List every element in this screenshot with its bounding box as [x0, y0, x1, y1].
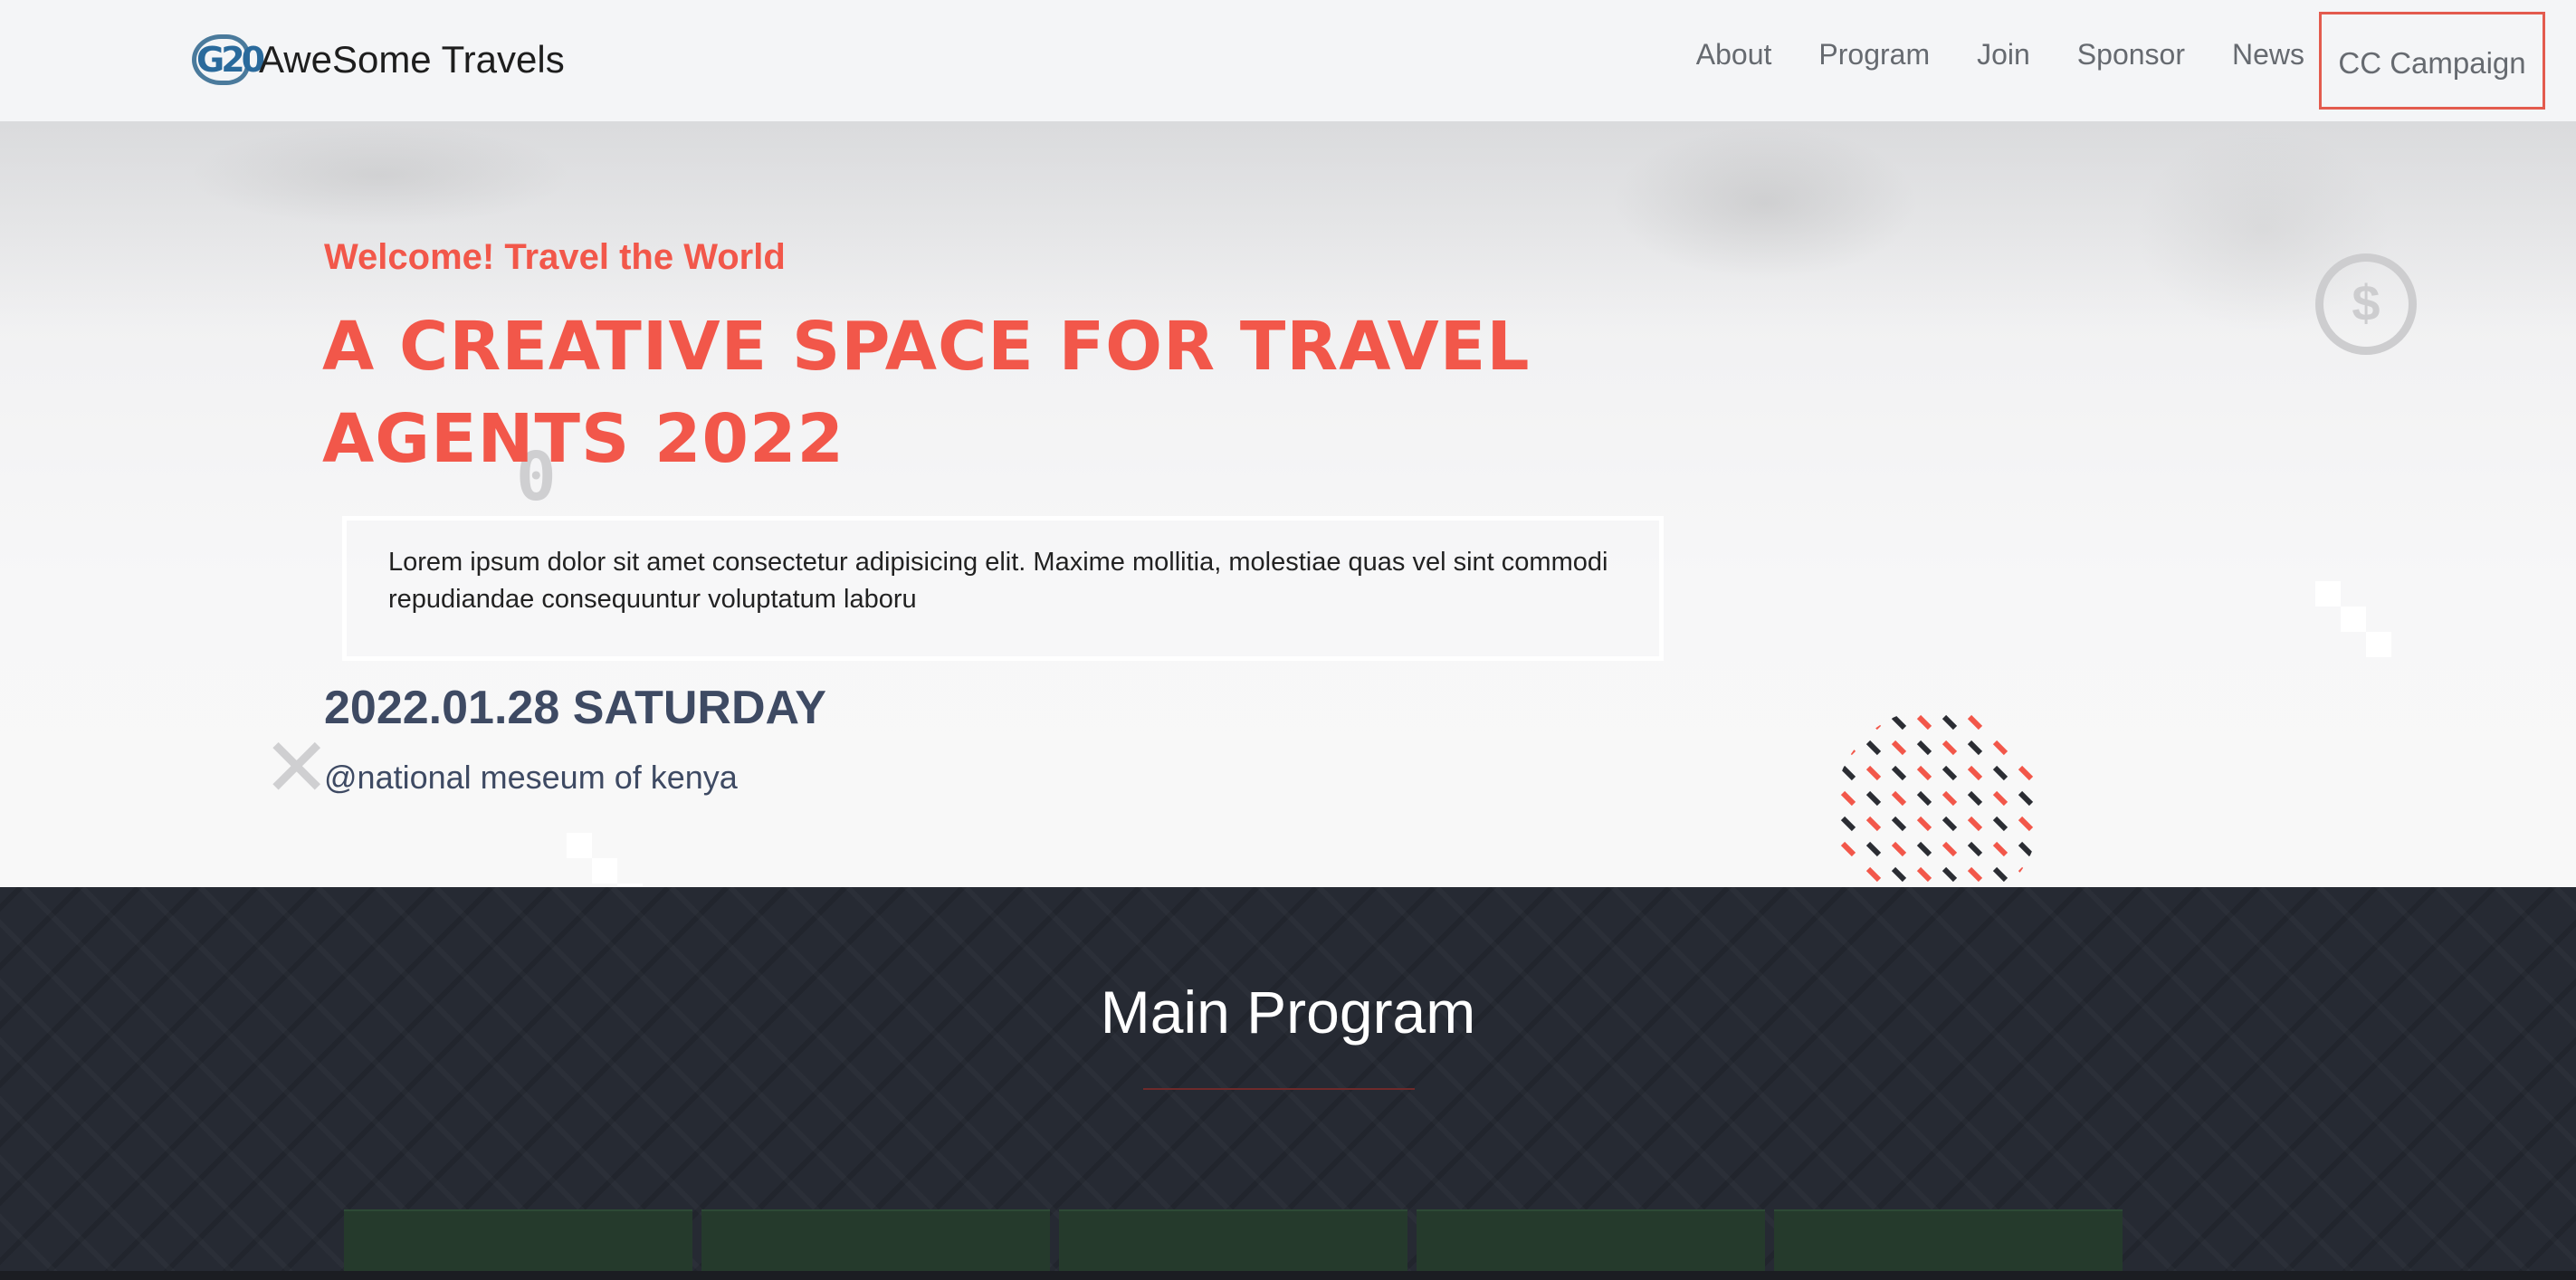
pattern-dash [1916, 841, 1932, 857]
pattern-dash [1865, 740, 1882, 756]
no-dollar-icon: $ [2315, 253, 2417, 355]
pattern-dash [1840, 841, 1856, 857]
pattern-dash [1865, 714, 1882, 731]
pattern-dash [1942, 714, 1958, 731]
hero-description-box: Lorem ipsum dolor sit amet consectetur a… [342, 516, 1664, 661]
pattern-dash [1891, 841, 1907, 857]
decorative-steps [2315, 581, 2397, 663]
pattern-dash [2018, 790, 2034, 807]
pattern-dash [1916, 714, 1932, 731]
main-menu: About Program Join Sponsor News CC Campa… [1649, 0, 2576, 121]
pattern-dash [2018, 765, 2034, 781]
decorative-cross-icon: ✕ [262, 723, 331, 814]
cc-campaign-button[interactable]: CC Campaign [2319, 12, 2545, 110]
pattern-dash [1992, 740, 2008, 756]
pattern-dash [1967, 765, 1983, 781]
pattern-dash [1916, 790, 1932, 807]
decorative-steps [567, 833, 648, 887]
nav-item-join[interactable]: Join [1977, 38, 2030, 72]
pattern-dash [1942, 816, 1958, 832]
logo[interactable]: G20 AweSome Travels [192, 31, 565, 89]
pattern-dash [1992, 790, 2008, 807]
event-date: 2022.01.28 SATURDAY [324, 682, 826, 734]
nav-item-sponsor[interactable]: Sponsor [2077, 38, 2185, 72]
pattern-dash [1865, 816, 1882, 832]
pattern-dash [1942, 866, 1958, 883]
pattern-dash [1891, 866, 1907, 883]
pattern-dash [1967, 816, 1983, 832]
pattern-dash [1891, 790, 1907, 807]
pattern-dash [1992, 866, 2008, 883]
pattern-dash [1992, 714, 2008, 731]
pattern-dash [1942, 790, 1958, 807]
pattern-dash [1865, 790, 1882, 807]
pattern-dash [1942, 765, 1958, 781]
program-card[interactable] [1059, 1209, 1407, 1280]
program-cards [344, 1209, 2132, 1280]
pattern-dash [1865, 765, 1882, 781]
pattern-dash [1840, 866, 1856, 883]
pattern-dash [1840, 714, 1856, 731]
pattern-dash [1992, 765, 2008, 781]
title-underline [1143, 1088, 1415, 1090]
top-navbar: G20 AweSome Travels About Program Join S… [0, 0, 2576, 121]
nav-item-program[interactable]: Program [1818, 38, 1930, 72]
pattern-dash [1840, 790, 1856, 807]
bottom-edge [0, 1271, 2576, 1280]
pattern-dash [1916, 866, 1932, 883]
hero-subtitle: Welcome! Travel the World [324, 237, 786, 277]
brand-name: AweSome Travels [259, 38, 565, 81]
program-card[interactable] [344, 1209, 692, 1280]
pattern-dash [1942, 841, 1958, 857]
pattern-dash [2018, 714, 2034, 731]
pattern-dash [2018, 841, 2034, 857]
pattern-dash [1967, 790, 1983, 807]
pattern-dash [1992, 841, 2008, 857]
pattern-dash [1891, 740, 1907, 756]
pattern-dash [1916, 816, 1932, 832]
pattern-dash [1992, 816, 2008, 832]
nav-item-about[interactable]: About [1696, 38, 1772, 72]
program-card[interactable] [1774, 1209, 2123, 1280]
pattern-dash [1967, 740, 1983, 756]
pattern-dash [1891, 765, 1907, 781]
event-venue: @national meseum of kenya [324, 759, 738, 796]
hero-headline: A CREATIVE SPACE FOR TRAVEL AGENTS 2022 [322, 308, 1531, 478]
program-card[interactable] [701, 1209, 1050, 1280]
pattern-dash [1840, 740, 1856, 756]
pattern-dash [2018, 866, 2034, 883]
program-card[interactable] [1417, 1209, 1765, 1280]
nav-item-news[interactable]: News [2232, 38, 2304, 72]
pattern-dash [1916, 740, 1932, 756]
hero-background-image [0, 121, 2576, 330]
pattern-dash [1967, 714, 1983, 731]
pattern-dash [1942, 740, 1958, 756]
pattern-dash [1967, 841, 1983, 857]
pattern-dash [1865, 841, 1882, 857]
hero-description: Lorem ipsum dolor sit amet consectetur a… [388, 548, 1608, 614]
pattern-dash [1865, 866, 1882, 883]
logo-icon: G20 [192, 34, 265, 85]
pattern-dash [1891, 714, 1907, 731]
pattern-dash [1840, 765, 1856, 781]
pattern-dash [1967, 866, 1983, 883]
dot-pattern-circle [1840, 714, 2034, 883]
pattern-dash [1891, 816, 1907, 832]
pattern-dash [1916, 765, 1932, 781]
section-title: Main Program [1100, 979, 1476, 1046]
hero-section: $ 0 ✕ Welcome! Travel the World A CREATI… [0, 121, 2576, 887]
pattern-dash [2018, 816, 2034, 832]
pattern-dash [2018, 740, 2034, 756]
pattern-dash [1840, 816, 1856, 832]
main-program-section: Main Program [0, 887, 2576, 1280]
